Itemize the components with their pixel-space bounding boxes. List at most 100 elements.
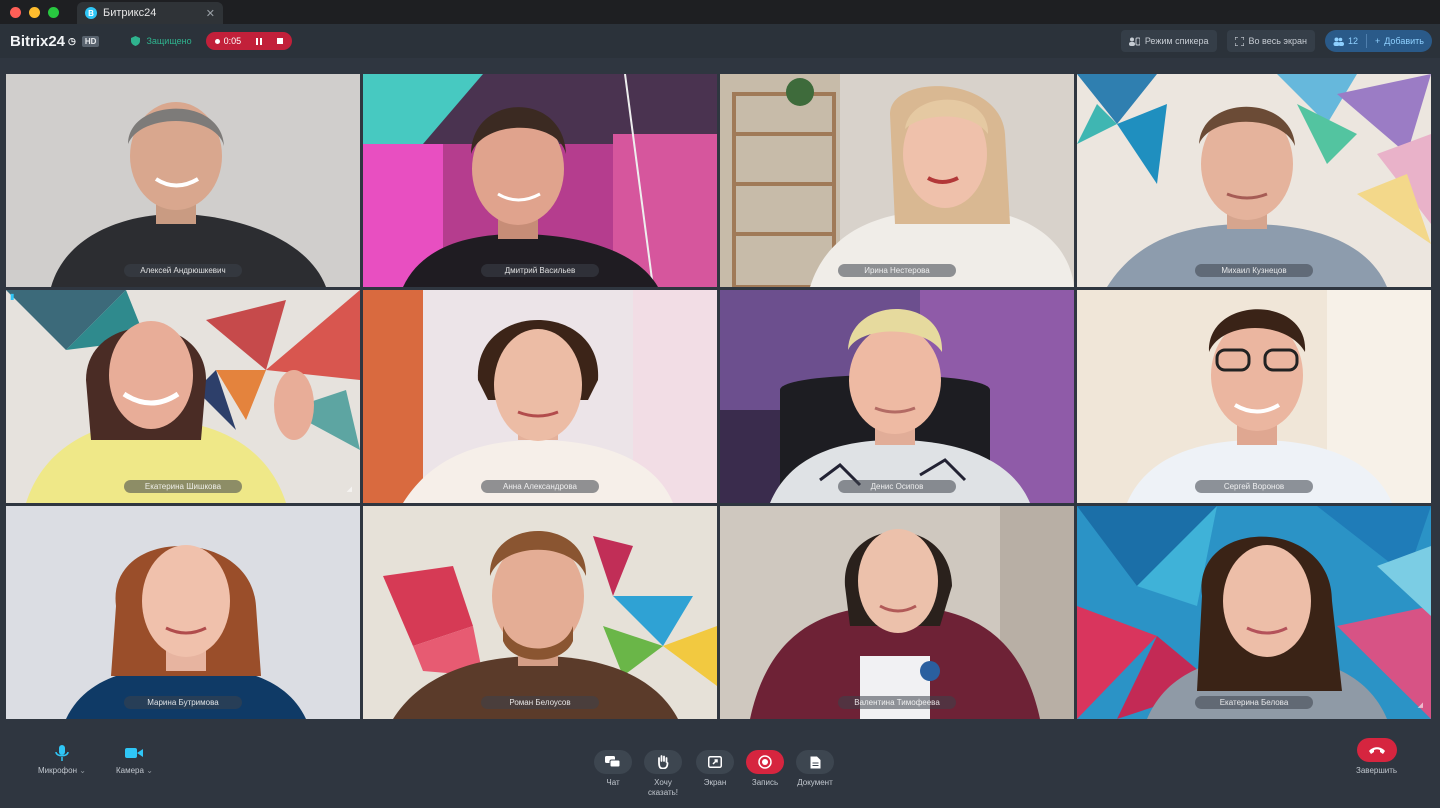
participant-tile[interactable]: Дмитрий Васильев — [363, 74, 717, 287]
call-header: Bitrix24 ◷ HD Защищено 0:05 Режим спикер… — [0, 24, 1440, 58]
participant-name: Валентина Тимофеева — [838, 696, 956, 709]
participant-tile[interactable]: Ирина Нестерова — [720, 74, 1074, 287]
chevron-down-icon[interactable]: ⌄ — [79, 766, 86, 775]
participant-video — [720, 74, 1074, 287]
stop-recording-icon[interactable] — [276, 38, 283, 44]
participant-name: Сергей Воронов — [1195, 480, 1313, 493]
participants-button[interactable]: 12 — [1325, 30, 1366, 52]
raise-hand-button[interactable]: Хочу сказать! — [644, 750, 682, 798]
close-window-button[interactable] — [10, 6, 21, 18]
window-controls — [10, 6, 59, 18]
participant-tile[interactable]: Анна Александрова — [363, 290, 717, 503]
document-label: Документ — [797, 778, 833, 787]
camera-label: Камера ⌄ — [116, 766, 153, 775]
microphone-icon — [53, 744, 71, 762]
participant-name: Михаил Кузнецов — [1195, 264, 1313, 277]
active-speaker-icon: ▮ — [10, 292, 15, 301]
fullscreen-label: Во весь экран — [1248, 36, 1307, 46]
minimize-window-button[interactable] — [29, 6, 40, 18]
participant-tile-active-speaker[interactable]: ▮ Екатерина Шишкова ◢ — [6, 290, 360, 503]
close-tab-icon[interactable]: ✕ — [206, 7, 215, 20]
participants-count: 12 — [1347, 36, 1358, 46]
participant-name: Екатерина Шишкова — [124, 480, 242, 493]
tab-title: Битрикс24 — [103, 7, 157, 19]
participant-video — [363, 506, 717, 719]
screen-share-icon — [696, 750, 734, 774]
logo-clock-icon: ◷ — [68, 35, 76, 46]
record-button[interactable]: Запись — [746, 750, 784, 788]
screen-share-button[interactable]: Экран — [696, 750, 734, 788]
microphone-control[interactable]: Микрофон ⌄ — [38, 744, 86, 776]
participant-video — [6, 74, 360, 287]
recording-time: 0:05 — [214, 36, 242, 46]
logo-text: Bitrix24 — [10, 32, 66, 50]
participant-video — [1077, 506, 1431, 719]
participant-video — [1077, 74, 1431, 287]
zoom-window-button[interactable] — [48, 6, 59, 18]
participant-name: Ирина Нестерова — [838, 264, 956, 277]
participant-video — [6, 506, 360, 719]
speaker-mode-icon — [1128, 37, 1140, 46]
plus-icon: + — [1374, 36, 1381, 46]
document-icon — [796, 750, 834, 774]
participant-tile[interactable]: Марина Бутримова — [6, 506, 360, 719]
chat-label: Чат — [606, 778, 620, 787]
record-dot-icon — [214, 39, 220, 44]
record-label: Запись — [751, 778, 779, 787]
bitrix-favicon-icon: B — [85, 7, 97, 19]
participants-control: 12 + Добавить — [1324, 30, 1432, 52]
tile-menu-icon[interactable]: ◢ — [1418, 701, 1423, 709]
document-button[interactable]: Документ — [796, 750, 834, 788]
hand-icon — [644, 750, 682, 774]
participant-name: Роман Белоусов — [481, 696, 599, 709]
fullscreen-button[interactable]: Во весь экран — [1226, 30, 1315, 52]
recording-indicator: 0:05 — [205, 32, 292, 50]
record-icon — [746, 750, 784, 774]
call-controls-bar: Микрофон ⌄ Камера ⌄ Чат Хочу сказать! Эк… — [0, 720, 1440, 808]
chat-icon — [594, 750, 632, 774]
participant-tile[interactable]: Алексей Андрюшкевич — [6, 74, 360, 287]
bitrix24-logo: Bitrix24 ◷ — [10, 33, 76, 50]
recording-time-text: 0:05 — [223, 36, 242, 46]
participant-name: Алексей Андрюшкевич — [124, 264, 242, 277]
participant-video — [6, 290, 360, 503]
participant-name: Денис Осипов — [838, 480, 956, 493]
camera-icon — [124, 744, 144, 762]
participant-name: Марина Бутримова — [124, 696, 242, 709]
participant-name: Екатерина Белова — [1195, 696, 1313, 709]
hang-up-icon — [1356, 738, 1397, 762]
add-label: Добавить — [1384, 36, 1424, 46]
end-call-label: Завершить — [1356, 766, 1398, 775]
participant-tile[interactable]: Роман Белоусов — [363, 506, 717, 719]
camera-control[interactable]: Камера ⌄ — [116, 744, 153, 776]
pause-recording-icon[interactable] — [255, 37, 262, 45]
chat-button[interactable]: Чат — [594, 750, 632, 788]
tile-menu-icon[interactable]: ◢ — [347, 485, 352, 493]
participant-tile[interactable]: Михаил Кузнецов — [1077, 74, 1431, 287]
security-label: Защищено — [146, 36, 192, 46]
end-call-button[interactable]: Завершить — [1356, 738, 1397, 776]
hd-badge: HD — [81, 35, 100, 47]
browser-tab[interactable]: B Битрикс24 ✕ — [77, 2, 223, 24]
browser-titlebar: B Битрикс24 ✕ — [0, 0, 1440, 24]
participant-video — [1077, 290, 1431, 503]
participant-tile[interactable]: Сергей Воронов — [1077, 290, 1431, 503]
participant-tile[interactable]: Валентина Тимофеева — [720, 506, 1074, 719]
chevron-down-icon[interactable]: ⌄ — [146, 766, 153, 775]
participant-name: Дмитрий Васильев — [481, 264, 599, 277]
speaker-mode-label: Режим спикера — [1144, 36, 1209, 46]
participant-tile[interactable]: Денис Осипов — [720, 290, 1074, 503]
video-grid: Алексей Андрюшкевич Дмитрий Васильев Ири… — [6, 74, 1434, 719]
participant-video — [720, 290, 1074, 503]
fullscreen-icon — [1234, 36, 1244, 46]
add-participant-button[interactable]: + Добавить — [1367, 30, 1432, 52]
microphone-label: Микрофон ⌄ — [38, 766, 86, 775]
header-right-controls: Режим спикера Во весь экран 12 + Добавит… — [1120, 30, 1432, 52]
users-icon — [1333, 37, 1344, 46]
participant-video — [720, 506, 1074, 719]
speaker-mode-button[interactable]: Режим спикера — [1120, 30, 1217, 52]
participant-video — [363, 74, 717, 287]
participant-tile[interactable]: Екатерина Белова ◢ — [1077, 506, 1431, 719]
participant-name: Анна Александрова — [481, 480, 599, 493]
shield-icon — [131, 36, 141, 46]
